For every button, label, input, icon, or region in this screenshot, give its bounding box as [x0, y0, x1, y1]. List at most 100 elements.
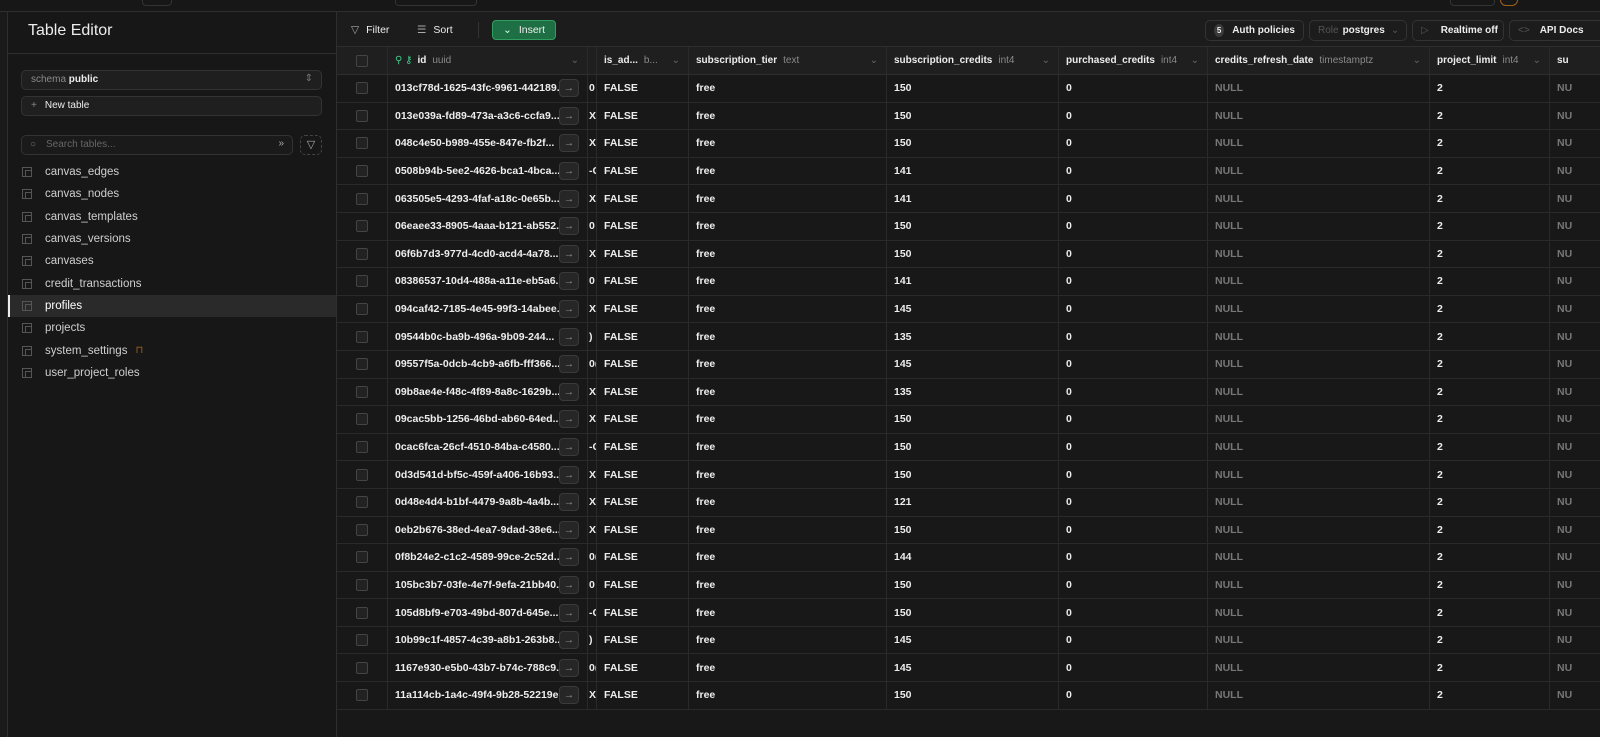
- cell[interactable]: 0: [1059, 433, 1208, 461]
- cell[interactable]: free: [689, 682, 887, 709]
- cell[interactable]: 2: [1430, 130, 1550, 157]
- cell[interactable]: 150: [887, 516, 1059, 544]
- cell[interactable]: 2: [1430, 350, 1550, 378]
- cell[interactable]: 150: [887, 240, 1059, 268]
- cell[interactable]: free: [689, 75, 887, 102]
- cell[interactable]: 0: [1059, 323, 1208, 350]
- cell[interactable]: FALSE: [597, 626, 689, 654]
- cell[interactable]: free: [689, 406, 887, 433]
- column-header[interactable]: project_limit int4 ⌄: [1430, 47, 1550, 74]
- cell[interactable]: FALSE: [597, 488, 689, 516]
- cell[interactable]: 0: [1059, 212, 1208, 240]
- cell[interactable]: X: [588, 406, 597, 433]
- cell[interactable]: 150: [887, 599, 1059, 626]
- cell[interactable]: NU: [1550, 572, 1600, 599]
- cell[interactable]: ): [588, 626, 597, 654]
- row-checkbox[interactable]: [356, 330, 368, 343]
- cell[interactable]: free: [689, 240, 887, 268]
- cell[interactable]: 2: [1430, 378, 1550, 406]
- chevron-down-icon[interactable]: ⌄: [571, 55, 579, 66]
- row-checkbox[interactable]: [356, 661, 368, 674]
- cell[interactable]: 09544b0c-ba9b-496a-9b09-244... →: [388, 323, 588, 350]
- cell[interactable]: NULL: [1208, 350, 1430, 378]
- cell[interactable]: 145: [887, 654, 1059, 682]
- cell[interactable]: NULL: [1208, 544, 1430, 571]
- insert-button[interactable]: ⌄ Insert: [492, 20, 557, 40]
- cell[interactable]: 2: [1430, 516, 1550, 544]
- cell[interactable]: free: [689, 488, 887, 516]
- cell[interactable]: NU: [1550, 517, 1600, 544]
- cell[interactable]: NU: [1550, 406, 1600, 433]
- row-checkbox[interactable]: [356, 137, 368, 150]
- cell[interactable]: FALSE: [597, 295, 689, 323]
- cell[interactable]: 135: [887, 323, 1059, 350]
- cell[interactable]: 135: [887, 378, 1059, 406]
- row-checkbox[interactable]: [356, 220, 368, 233]
- cell[interactable]: free: [689, 350, 887, 378]
- cell[interactable]: 150: [887, 461, 1059, 488]
- cell[interactable]: NULL: [1208, 240, 1430, 268]
- cell[interactable]: 2: [1430, 544, 1550, 571]
- column-header[interactable]: is_ad... b... ⌄: [597, 47, 689, 74]
- arrow-right-icon[interactable]: →: [559, 162, 579, 181]
- cell[interactable]: 1167e930-e5b0-43b7-b74c-788c9... →: [388, 654, 588, 682]
- cell[interactable]: X: [588, 240, 597, 268]
- cell[interactable]: NU: [1550, 185, 1600, 212]
- arrow-right-icon[interactable]: →: [559, 244, 579, 263]
- column-header[interactable]: [588, 47, 597, 74]
- cell[interactable]: 145: [887, 626, 1059, 654]
- cell[interactable]: 0: [1059, 488, 1208, 516]
- cell[interactable]: 2: [1430, 75, 1550, 102]
- cell[interactable]: NULL: [1208, 268, 1430, 295]
- cell[interactable]: FALSE: [597, 433, 689, 461]
- row-checkbox[interactable]: [356, 303, 368, 316]
- cell[interactable]: 0: [1059, 544, 1208, 571]
- cell[interactable]: 013cf78d-1625-43fc-9961-442189... →: [388, 75, 588, 102]
- cell[interactable]: 145: [887, 295, 1059, 323]
- row-checkbox[interactable]: [356, 82, 368, 95]
- cell[interactable]: NU: [1550, 268, 1600, 295]
- cell[interactable]: X: [588, 295, 597, 323]
- cell[interactable]: free: [689, 544, 887, 571]
- filter-tables-button[interactable]: ▽: [300, 135, 322, 155]
- cell[interactable]: 094caf42-7185-4e45-99f3-14abee... →: [388, 295, 588, 323]
- cell[interactable]: 141: [887, 268, 1059, 295]
- cell[interactable]: 150: [887, 406, 1059, 433]
- cell[interactable]: NULL: [1208, 295, 1430, 323]
- cell[interactable]: X: [588, 488, 597, 516]
- cell[interactable]: FALSE: [597, 157, 689, 185]
- cell[interactable]: free: [689, 185, 887, 212]
- cell[interactable]: 0: [1059, 571, 1208, 599]
- sidebar-item-user-project-roles[interactable]: user_project_roles: [8, 362, 336, 384]
- cell[interactable]: 105d8bf9-e703-49bd-807d-645e... →: [388, 599, 588, 626]
- cell[interactable]: FALSE: [597, 350, 689, 378]
- cell[interactable]: NULL: [1208, 378, 1430, 406]
- cell[interactable]: free: [689, 268, 887, 295]
- auth-policies-button[interactable]: 5 Auth policies: [1205, 20, 1304, 41]
- cell[interactable]: 06eaee33-8905-4aaa-b121-ab552... →: [388, 212, 588, 240]
- cell[interactable]: NULL: [1208, 75, 1430, 102]
- cell[interactable]: 013e039a-fd89-473a-a3c6-ccfa9... →: [388, 102, 588, 130]
- cell[interactable]: 2: [1430, 406, 1550, 433]
- arrow-right-icon[interactable]: →: [559, 603, 579, 622]
- cell[interactable]: 145: [887, 350, 1059, 378]
- cell[interactable]: X: [588, 378, 597, 406]
- role-selector[interactable]: Role postgres ⌄: [1309, 20, 1407, 41]
- cell[interactable]: 0: [1059, 654, 1208, 682]
- cell[interactable]: 0f8b24e2-c1c2-4589-99ce-2c52d... →: [388, 544, 588, 571]
- cell[interactable]: FALSE: [597, 240, 689, 268]
- cell[interactable]: 105bc3b7-03fe-4e7f-9efa-21bb40... →: [388, 571, 588, 599]
- cell[interactable]: NULL: [1208, 157, 1430, 185]
- cell[interactable]: NU: [1550, 75, 1600, 102]
- cell[interactable]: FALSE: [597, 212, 689, 240]
- row-checkbox[interactable]: [356, 441, 368, 454]
- cell[interactable]: FALSE: [597, 185, 689, 212]
- sidebar-item-canvas-templates[interactable]: canvas_templates: [8, 206, 336, 228]
- cell[interactable]: 121: [887, 488, 1059, 516]
- cell[interactable]: NULL: [1208, 488, 1430, 516]
- arrow-right-icon[interactable]: →: [559, 300, 579, 319]
- cell[interactable]: FALSE: [597, 268, 689, 295]
- cell[interactable]: FALSE: [597, 571, 689, 599]
- arrow-right-icon[interactable]: →: [559, 658, 579, 677]
- cell[interactable]: NULL: [1208, 461, 1430, 488]
